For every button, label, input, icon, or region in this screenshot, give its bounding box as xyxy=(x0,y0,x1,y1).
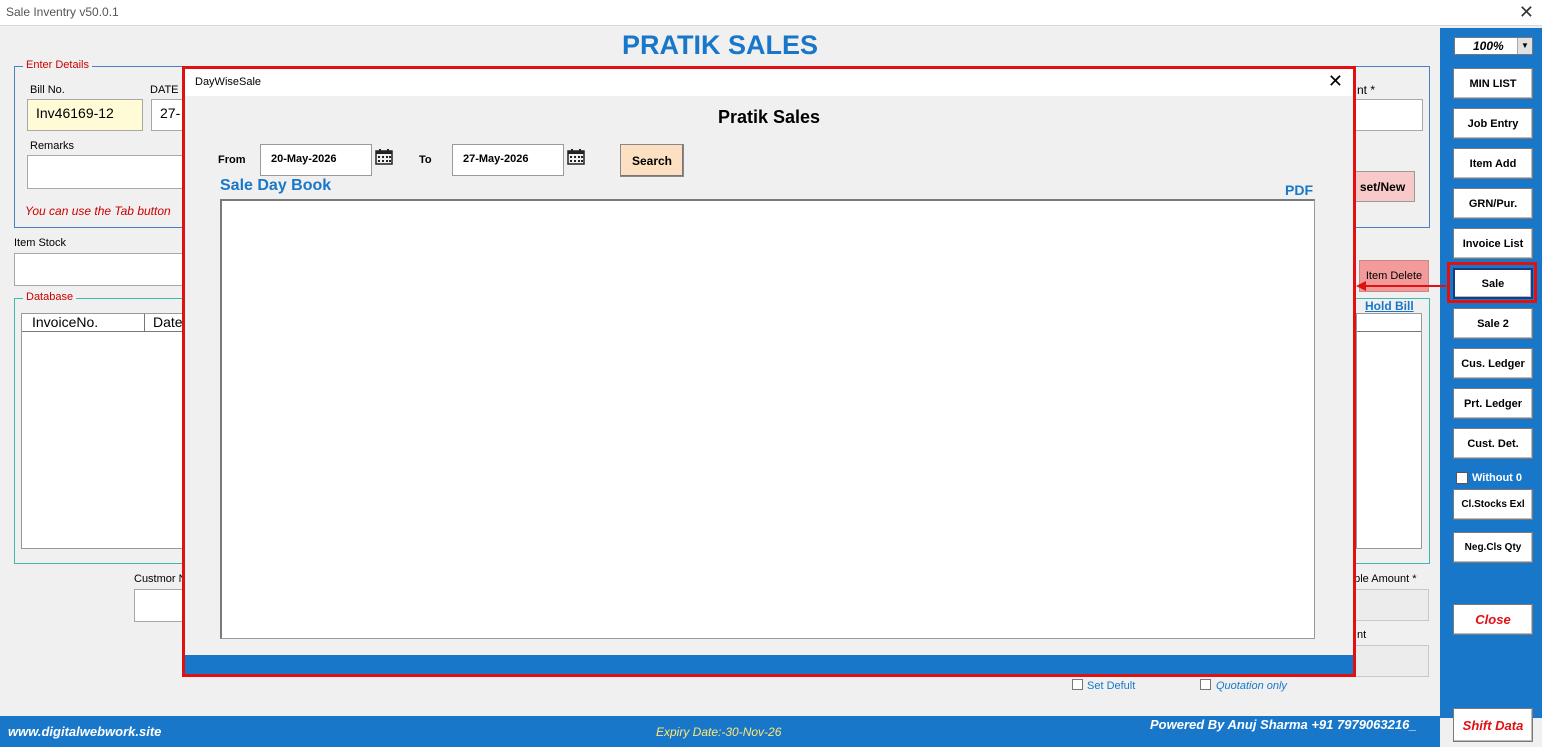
zoom-value: 100% xyxy=(1473,39,1504,53)
invoice-list-header: InvoiceNo. Date xyxy=(22,314,195,332)
close-button[interactable]: Close xyxy=(1453,604,1533,635)
amount-field-bottom[interactable] xyxy=(1352,645,1429,677)
daywise-sale-dialog: DayWiseSale ✕ Pratik Sales From 20-May-2… xyxy=(182,66,1356,677)
payable-amount-label: able Amount * xyxy=(1348,573,1417,585)
dialog-title: DayWiseSale xyxy=(195,76,262,88)
to-date-field[interactable]: 27-May-2026 xyxy=(452,144,564,176)
right-sidebar: 100% ▼ MIN LIST Job Entry Item Add GRN/P… xyxy=(1440,28,1542,742)
to-label: To xyxy=(419,154,432,166)
hold-bill-list-header xyxy=(1357,314,1421,332)
cust-det-button[interactable]: Cust. Det. xyxy=(1453,428,1533,459)
hold-bill-link[interactable]: Hold Bill xyxy=(1365,299,1414,313)
database-legend: Database xyxy=(23,291,77,303)
dialog-bottom-bar xyxy=(185,655,1353,674)
footer-bar: www.digitalwebwork.site Expiry Date:-30-… xyxy=(0,716,1440,747)
item-add-button[interactable]: Item Add xyxy=(1453,148,1533,179)
bill-no-field[interactable]: Inv46169-12 xyxy=(27,99,143,131)
calendar-icon[interactable] xyxy=(567,149,585,165)
remarks-field[interactable] xyxy=(27,155,197,189)
sale-2-button[interactable]: Sale 2 xyxy=(1453,308,1533,339)
dialog-titlebar: DayWiseSale ✕ xyxy=(185,69,1353,96)
item-stock-label: Item Stock xyxy=(14,237,66,249)
zoom-select[interactable]: 100% ▼ xyxy=(1454,37,1533,55)
footer-expiry: Expiry Date:-30-Nov-26 xyxy=(656,725,782,739)
set-default-checkbox[interactable] xyxy=(1072,679,1083,690)
payable-amount-field[interactable] xyxy=(1352,589,1429,621)
quotation-only-label: Quotation only xyxy=(1216,680,1287,692)
reset-new-button[interactable]: set/New xyxy=(1350,171,1415,202)
calendar-icon[interactable] xyxy=(375,149,393,165)
window-title: Sale Inventry v50.0.1 xyxy=(6,5,119,19)
without-zero-label: Without 0 xyxy=(1472,472,1522,484)
search-button[interactable]: Search xyxy=(620,144,684,177)
column-header-invoice[interactable]: InvoiceNo. xyxy=(22,314,145,331)
job-entry-button[interactable]: Job Entry xyxy=(1453,108,1533,139)
item-stock-field[interactable] xyxy=(14,253,194,286)
shift-data-button[interactable]: Shift Data xyxy=(1453,708,1533,742)
prt-ledger-button[interactable]: Prt. Ledger xyxy=(1453,388,1533,419)
footer-site[interactable]: www.digitalwebwork.site xyxy=(8,724,161,739)
date-label: DATE xyxy=(150,84,179,96)
hold-bill-list[interactable] xyxy=(1356,313,1422,549)
grn-pur-button[interactable]: GRN/Pur. xyxy=(1453,188,1533,219)
invoice-list[interactable]: InvoiceNo. Date xyxy=(21,313,196,549)
min-list-button[interactable]: MIN LIST xyxy=(1453,68,1533,99)
dialog-close-icon[interactable]: ✕ xyxy=(1328,71,1343,92)
from-date-field[interactable]: 20-May-2026 xyxy=(260,144,372,176)
remarks-label: Remarks xyxy=(30,140,75,152)
without-zero-checkbox[interactable] xyxy=(1456,472,1468,484)
sale-day-book-title: Sale Day Book xyxy=(220,177,332,194)
quotation-only-checkbox[interactable] xyxy=(1200,679,1211,690)
from-label: From xyxy=(218,154,246,166)
amount-label: nt xyxy=(1357,629,1367,641)
dialog-heading: Pratik Sales xyxy=(717,107,821,127)
neg-cls-qty-button[interactable]: Neg.Cls Qty xyxy=(1453,532,1533,563)
window-close-icon[interactable]: ✕ xyxy=(1519,2,1534,23)
column-header-date[interactable]: Date xyxy=(145,314,183,331)
enter-details-legend: Enter Details xyxy=(23,59,92,71)
pdf-link[interactable]: PDF xyxy=(1285,182,1313,198)
cl-stocks-button[interactable]: Cl.Stocks Exl xyxy=(1453,489,1533,520)
chevron-down-icon[interactable]: ▼ xyxy=(1517,38,1532,54)
annotation-arrow xyxy=(1356,281,1446,291)
bill-no-label: Bill No. xyxy=(30,84,65,96)
sale-button[interactable]: Sale xyxy=(1453,268,1533,299)
footer-powered: Powered By Anuj Sharma +91 7979063216_ xyxy=(1150,717,1417,732)
sale-day-book-grid[interactable] xyxy=(220,199,1315,639)
set-default-label: Set Defult xyxy=(1087,680,1136,692)
tab-hint: You can use the Tab button xyxy=(25,204,171,218)
brand-title: PRATIK SALES xyxy=(621,30,818,60)
window-titlebar: Sale Inventry v50.0.1 ✕ xyxy=(0,0,1542,26)
amount-label-fragment: nt * xyxy=(1357,83,1376,97)
amount-field[interactable] xyxy=(1350,99,1423,131)
cus-ledger-button[interactable]: Cus. Ledger xyxy=(1453,348,1533,379)
invoice-list-button[interactable]: Invoice List xyxy=(1453,228,1533,259)
customer-label: Custmor N xyxy=(134,573,187,585)
